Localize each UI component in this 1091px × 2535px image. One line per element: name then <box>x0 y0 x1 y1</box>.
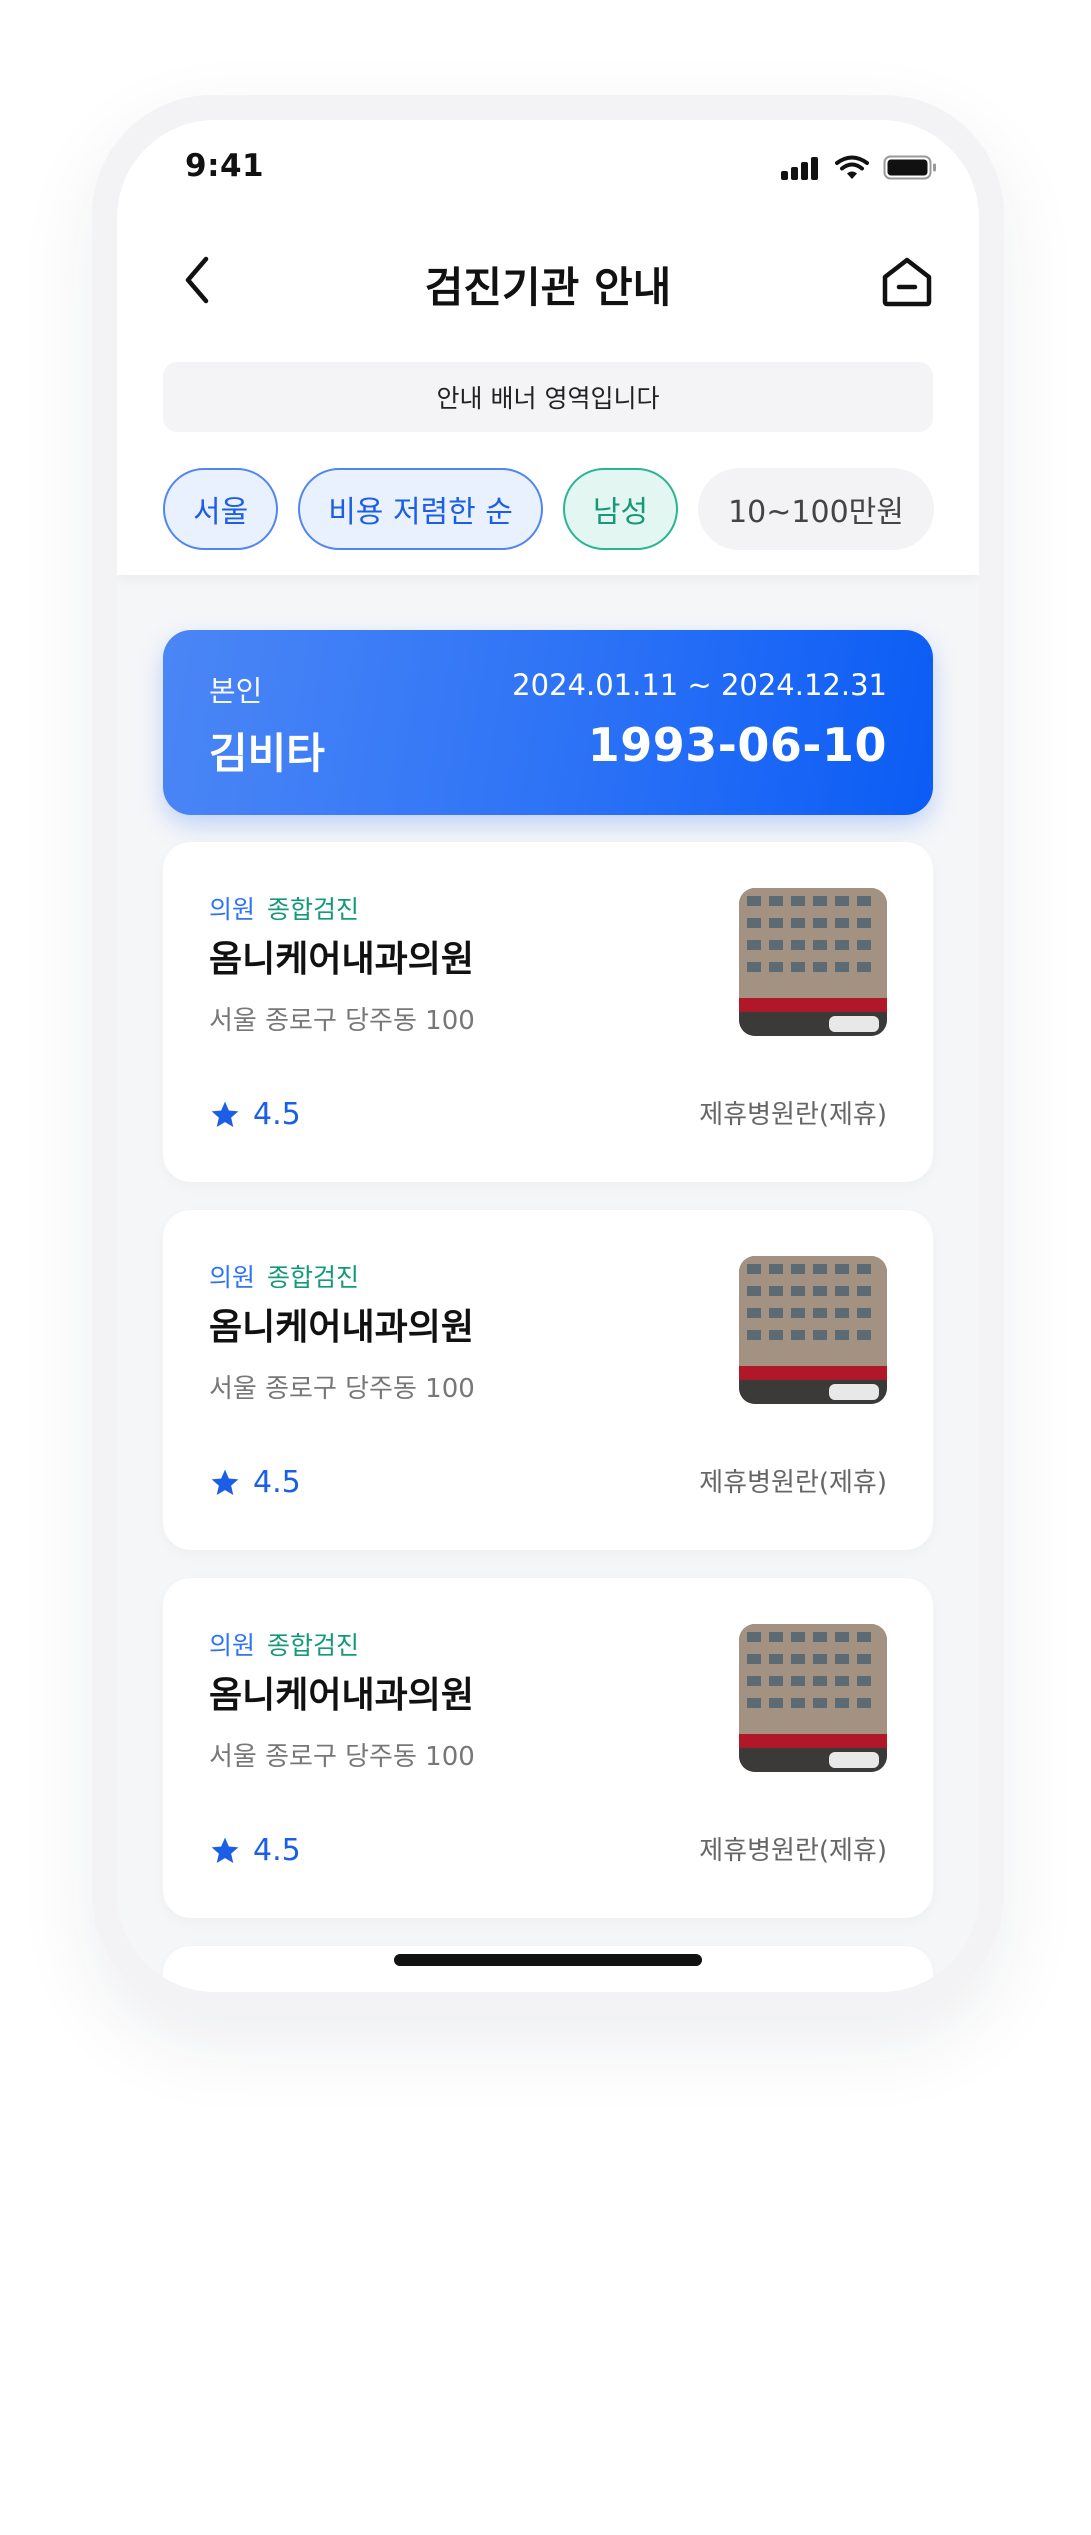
hospital-tags: 의원 종합검진 <box>209 1626 359 1662</box>
hospital-card[interactable]: 의원 종합검진 옴니케어내과의원 서울 종로구 당주동 100 4.5 제휴병원… <box>163 1578 933 1918</box>
hospital-category: 종합검진 <box>267 1631 360 1660</box>
filter-chip-gender[interactable]: 남성 <box>562 468 679 550</box>
status-icons <box>781 155 937 180</box>
hospital-tags: 의원 종합검진 <box>209 1258 359 1294</box>
home-indicator <box>394 1954 702 1966</box>
partner-label: 제휴병원란(제휴) <box>699 1100 887 1130</box>
hospital-photo <box>739 1624 887 1772</box>
wifi-icon <box>835 155 869 179</box>
filter-chip-price[interactable]: 10~100만원 <box>698 468 934 550</box>
status-time: 9:41 <box>185 148 265 184</box>
rating-value: 4.5 <box>253 1833 301 1868</box>
hospital-type: 의원 <box>209 895 256 924</box>
phone-screen: 9:41 검진기관 안내 안내 배너 영역입니다 서울 비용 저렴한 순 남성 … <box>117 120 979 1992</box>
filter-chips: 서울 비용 저렴한 순 남성 10~100만원 <box>163 468 934 550</box>
star-icon <box>211 1837 239 1863</box>
hospital-type: 의원 <box>209 1631 256 1660</box>
home-icon <box>882 257 932 307</box>
profile-birthdate: 1993-06-10 <box>587 718 887 772</box>
hospital-address: 서울 종로구 당주동 100 <box>209 1374 475 1404</box>
hospital-category: 종합검진 <box>267 895 360 924</box>
hospital-address: 서울 종로구 당주동 100 <box>209 1742 475 1772</box>
home-button[interactable] <box>877 252 937 312</box>
battery-icon <box>883 155 936 180</box>
signal-icon <box>781 156 818 180</box>
profile-card[interactable]: 본인 김비타 2024.01.11 ~ 2024.12.31 1993-06-1… <box>163 630 933 815</box>
hospital-rating: 4.5 <box>209 1833 301 1868</box>
hospital-tags: 의원 종합검진 <box>209 890 359 926</box>
info-banner[interactable]: 안내 배너 영역입니다 <box>163 362 933 432</box>
profile-period: 2024.01.11 ~ 2024.12.31 <box>512 668 887 702</box>
star-icon <box>211 1469 239 1495</box>
hospital-name: 옴니케어내과의원 <box>209 939 474 980</box>
page-title: 검진기관 안내 <box>424 263 672 312</box>
rating-value: 4.5 <box>253 1097 301 1132</box>
page: 9:41 검진기관 안내 안내 배너 영역입니다 서울 비용 저렴한 순 남성 … <box>0 0 1091 2535</box>
hospital-card[interactable]: 의원 종합검진 옴니케어내과의원 서울 종로구 당주동 100 4.5 제휴병원… <box>163 1210 933 1550</box>
profile-relation: 본인 <box>209 674 263 708</box>
filter-chip-region[interactable]: 서울 <box>163 468 279 550</box>
hospital-rating: 4.5 <box>209 1097 301 1132</box>
hospital-type: 의원 <box>209 1263 256 1292</box>
profile-name: 김비타 <box>209 729 325 778</box>
hospital-rating: 4.5 <box>209 1465 301 1500</box>
hospital-address: 서울 종로구 당주동 100 <box>209 1006 475 1036</box>
rating-value: 4.5 <box>253 1465 301 1500</box>
hospital-card[interactable]: 의원 종합검진 옴니케어내과의원 서울 종로구 당주동 100 4.5 제휴병원… <box>163 842 933 1182</box>
hospital-name: 옴니케어내과의원 <box>209 1307 474 1348</box>
hospital-photo <box>739 1256 887 1404</box>
top-area: 9:41 검진기관 안내 안내 배너 영역입니다 서울 비용 저렴한 순 남성 … <box>117 120 979 575</box>
filter-chip-sort[interactable]: 비용 저렴한 순 <box>298 468 543 550</box>
hospital-name: 옴니케어내과의원 <box>209 1675 474 1716</box>
partner-label: 제휴병원란(제휴) <box>699 1836 887 1866</box>
star-icon <box>211 1101 239 1127</box>
partner-label: 제휴병원란(제휴) <box>699 1468 887 1498</box>
hospital-photo <box>739 888 887 1036</box>
hospital-card-partial[interactable] <box>163 1946 933 1992</box>
hospital-category: 종합검진 <box>267 1263 360 1292</box>
